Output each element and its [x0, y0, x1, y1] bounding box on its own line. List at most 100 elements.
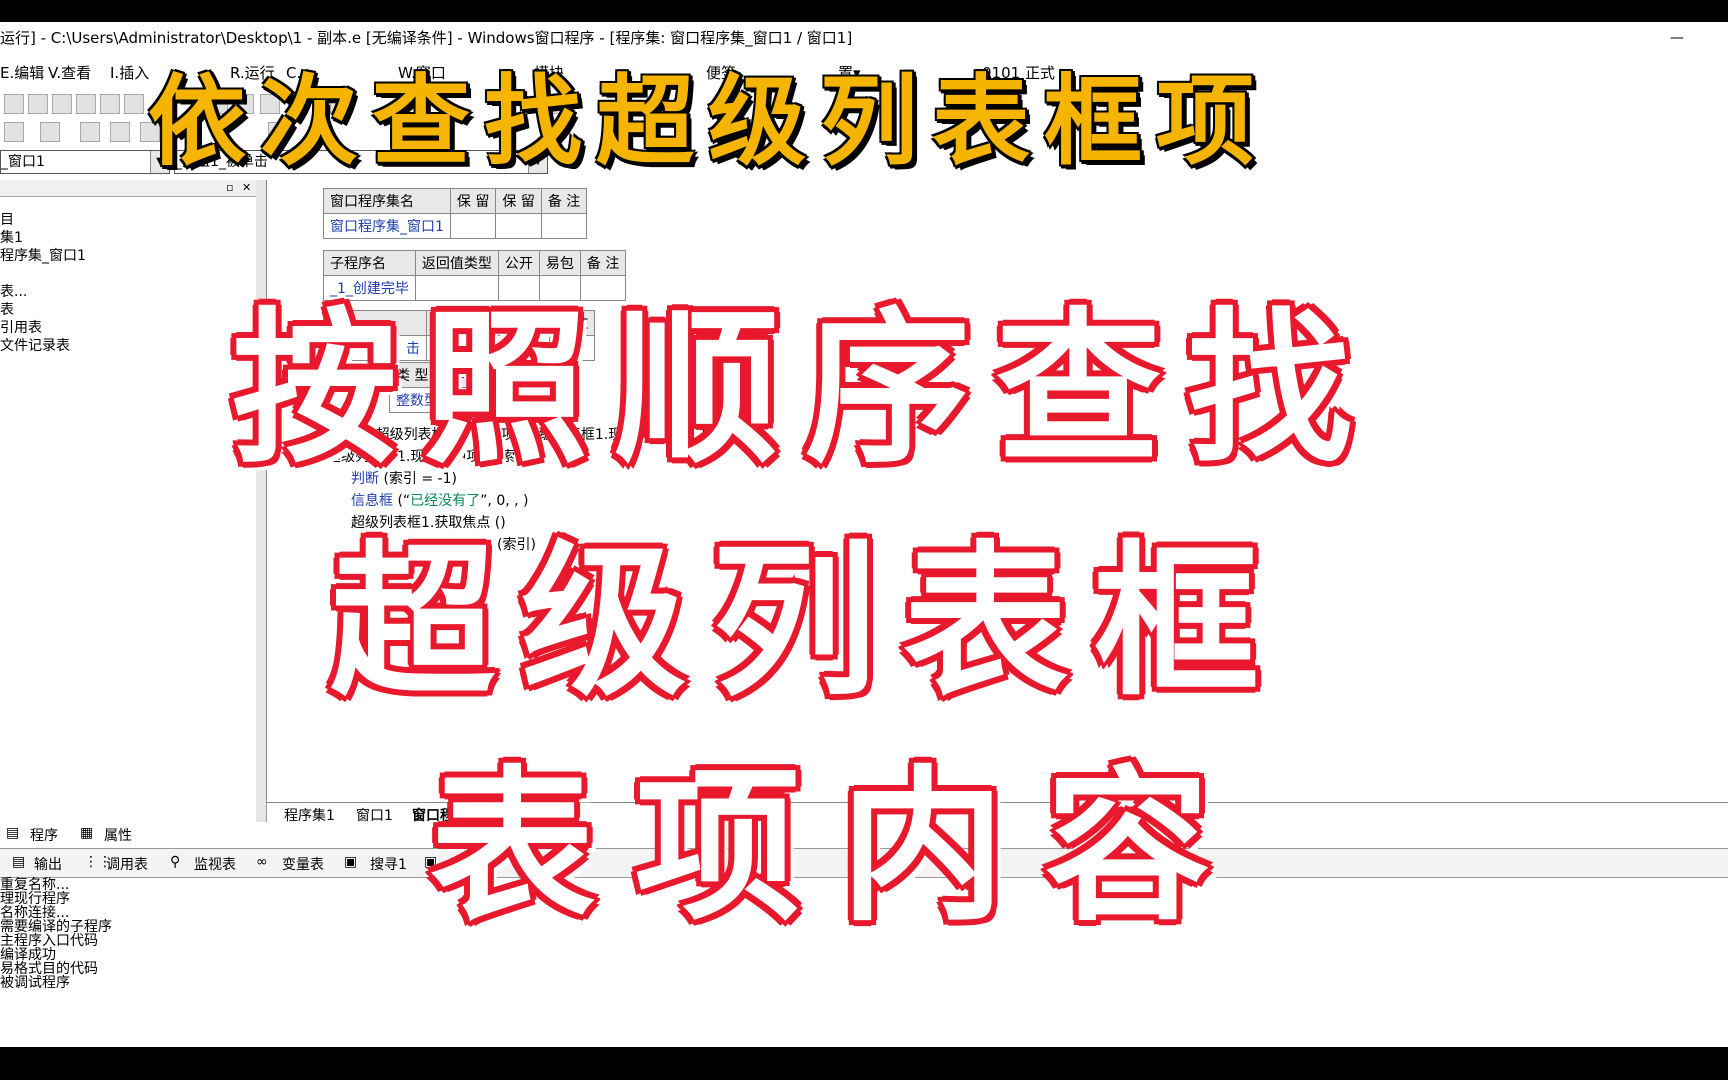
layout-alt-icon[interactable] [234, 94, 254, 114]
find-icon: ▣ [424, 854, 438, 870]
tab-call-table[interactable]: 调用表 [106, 854, 148, 874]
menu-edit[interactable]: E.编辑 [0, 58, 44, 88]
menu-setting[interactable]: 置▾ [838, 58, 861, 88]
output-line: 重复名称... [0, 877, 70, 893]
paste-icon[interactable] [76, 94, 96, 114]
tab-assembly[interactable]: 程序集1 [284, 805, 335, 825]
code-editor[interactable]: 窗口程序集名 保 留 保 留 备 注 窗口程序集_窗口1 子程序名 返回值类型 … [266, 180, 1728, 800]
keyword: 信息框 [351, 493, 393, 509]
window-title: 运行] - C:\Users\Administrator\Desktop\1 -… [0, 29, 853, 47]
tab-window-program[interactable]: 窗口程 [412, 805, 454, 825]
table-cell[interactable] [444, 387, 472, 413]
object-combo-value: _窗口1 [1, 154, 45, 170]
code-line[interactable]: 信息框 (“已经没有了”, 0, , ) [351, 490, 529, 510]
code-line[interactable]: 超级列表框1.获取焦点 () [351, 512, 506, 532]
code-line[interactable]: 超级列表框1.现行选中项 = 索引 [327, 446, 529, 466]
tab-watch-table[interactable]: 监视表 [194, 854, 236, 874]
panel-header: ▫ ✕ [0, 180, 256, 197]
object-combo[interactable]: _窗口1 ▼ [0, 150, 170, 174]
string-literal: 已经没有了 [410, 493, 481, 509]
project-tree: 目 集1 程序集_窗口1 表... 表 引用表 文件记录表 [0, 211, 256, 355]
tree-item[interactable]: 文件记录表 [0, 337, 256, 355]
align-top-icon[interactable] [140, 122, 160, 142]
align-box-icon[interactable] [110, 122, 130, 142]
tree-item[interactable]: 集1 [0, 229, 256, 247]
table-header: 窗口程序集名 [323, 188, 451, 214]
table-cell[interactable] [497, 275, 540, 301]
tree-item[interactable]: 引用表 [0, 319, 256, 337]
tab-window[interactable]: 窗口1 [356, 805, 393, 825]
menu-insert[interactable]: I.插入 [110, 58, 149, 88]
tree-item[interactable]: 程序集_窗口1 [0, 247, 256, 265]
table-cell[interactable] [538, 275, 581, 301]
chevron-down-icon[interactable]: ▼ [150, 151, 169, 173]
tab-search[interactable]: 搜寻1 [370, 854, 407, 874]
tab-output[interactable]: 输出 [34, 854, 62, 874]
find-icon: ▣ [344, 854, 358, 870]
table-cell[interactable]: 窗口程序集_窗口1 [323, 213, 451, 239]
chevron-down-icon[interactable]: ▼ [528, 151, 547, 173]
align-left-icon[interactable] [4, 122, 24, 142]
table-cell[interactable] [579, 275, 627, 301]
table-cell[interactable] [540, 213, 588, 239]
format-toolbar [0, 118, 1728, 146]
layout-icon[interactable] [208, 94, 228, 114]
menu-compile[interactable]: C. [286, 58, 301, 88]
variable-table: 类 型 静 整数型 [389, 362, 472, 413]
table-cell[interactable] [449, 213, 497, 239]
copy-icon[interactable] [52, 94, 72, 114]
glasses-icon: ∞ [256, 854, 268, 870]
menu-module[interactable]: 模块 [534, 58, 564, 88]
project-panel: ▫ ✕ 目 集1 程序集_窗口1 表... 表 引用表 文件记录表 [0, 180, 257, 822]
tab-variable-table[interactable]: 变量表 [282, 854, 324, 874]
menu-window[interactable]: W.窗口 [398, 58, 446, 88]
code-line[interactable]: (索引) [497, 534, 536, 554]
tree-item[interactable]: 表... [0, 283, 256, 301]
find-icon[interactable] [544, 94, 564, 114]
output-icon: ▤ [12, 854, 26, 870]
spacing-icon[interactable] [268, 122, 288, 142]
table-header: 保 留 [449, 188, 497, 214]
tree-item[interactable]: 表 [0, 301, 256, 319]
table-cell[interactable] [506, 335, 550, 361]
align-grid-icon[interactable] [80, 122, 100, 142]
table-header: 静 [444, 362, 472, 388]
table-cell[interactable] [548, 335, 596, 361]
undo-icon[interactable] [100, 94, 120, 114]
grid-icon[interactable] [260, 94, 280, 114]
program-icon: ▤ [6, 825, 20, 841]
event-combo-value: _按钮1_被单击 [175, 154, 268, 170]
align-center-icon[interactable] [40, 122, 60, 142]
cut-icon[interactable] [28, 94, 48, 114]
menu-run[interactable]: R.运行 [230, 58, 275, 88]
assembly-table: 窗口程序集名 保 留 保 留 备 注 窗口程序集_窗口1 [323, 188, 588, 239]
menu-view[interactable]: V.查看 [48, 58, 91, 88]
table-header [453, 310, 507, 336]
event-combo[interactable]: _按钮1_被单击 ▼ [174, 150, 548, 174]
tree-item[interactable]: 目 [0, 211, 256, 229]
tab-program[interactable]: 程序 [30, 825, 58, 845]
tab-properties[interactable]: 属性 [104, 825, 132, 845]
output-line: 编译成功 [0, 947, 56, 963]
menu-bookmark[interactable]: 便签 [706, 58, 736, 88]
code-line[interactable]: 索引 = 超级列表框1.查找表项 (超级列表框1.现行选中项 + 1) [327, 424, 713, 444]
redo-icon[interactable] [124, 94, 144, 114]
table-cell[interactable]: _1_创建完毕 [323, 275, 416, 301]
tree-item[interactable] [0, 265, 256, 283]
code-line[interactable]: 判断 (索引 = -1) [351, 468, 457, 488]
stop-icon[interactable] [330, 94, 350, 114]
title-bar: 运行] - C:\Users\Administrator\Desktop\1 -… [0, 22, 1728, 54]
restore-icon[interactable]: ▫ [226, 181, 233, 194]
output-line: 主程序入口代码 [0, 933, 98, 949]
close-icon[interactable]: ✕ [242, 181, 251, 194]
table-cell[interactable] [426, 335, 454, 361]
panel-tabs: ▤ 程序 ▦ 属性 [0, 822, 256, 846]
minimize-button[interactable]: — [1670, 22, 1684, 54]
table-cell[interactable] [414, 275, 499, 301]
table-cell[interactable] [495, 213, 542, 239]
table-header [323, 310, 427, 336]
table-cell[interactable]: 整数型 [389, 387, 445, 413]
subroutine-table: 子程序名 返回值类型 公开 易包 备 注 _1_创建完毕 [323, 250, 627, 301]
table-cell[interactable]: 击 [323, 335, 427, 361]
table-cell[interactable] [453, 335, 507, 361]
